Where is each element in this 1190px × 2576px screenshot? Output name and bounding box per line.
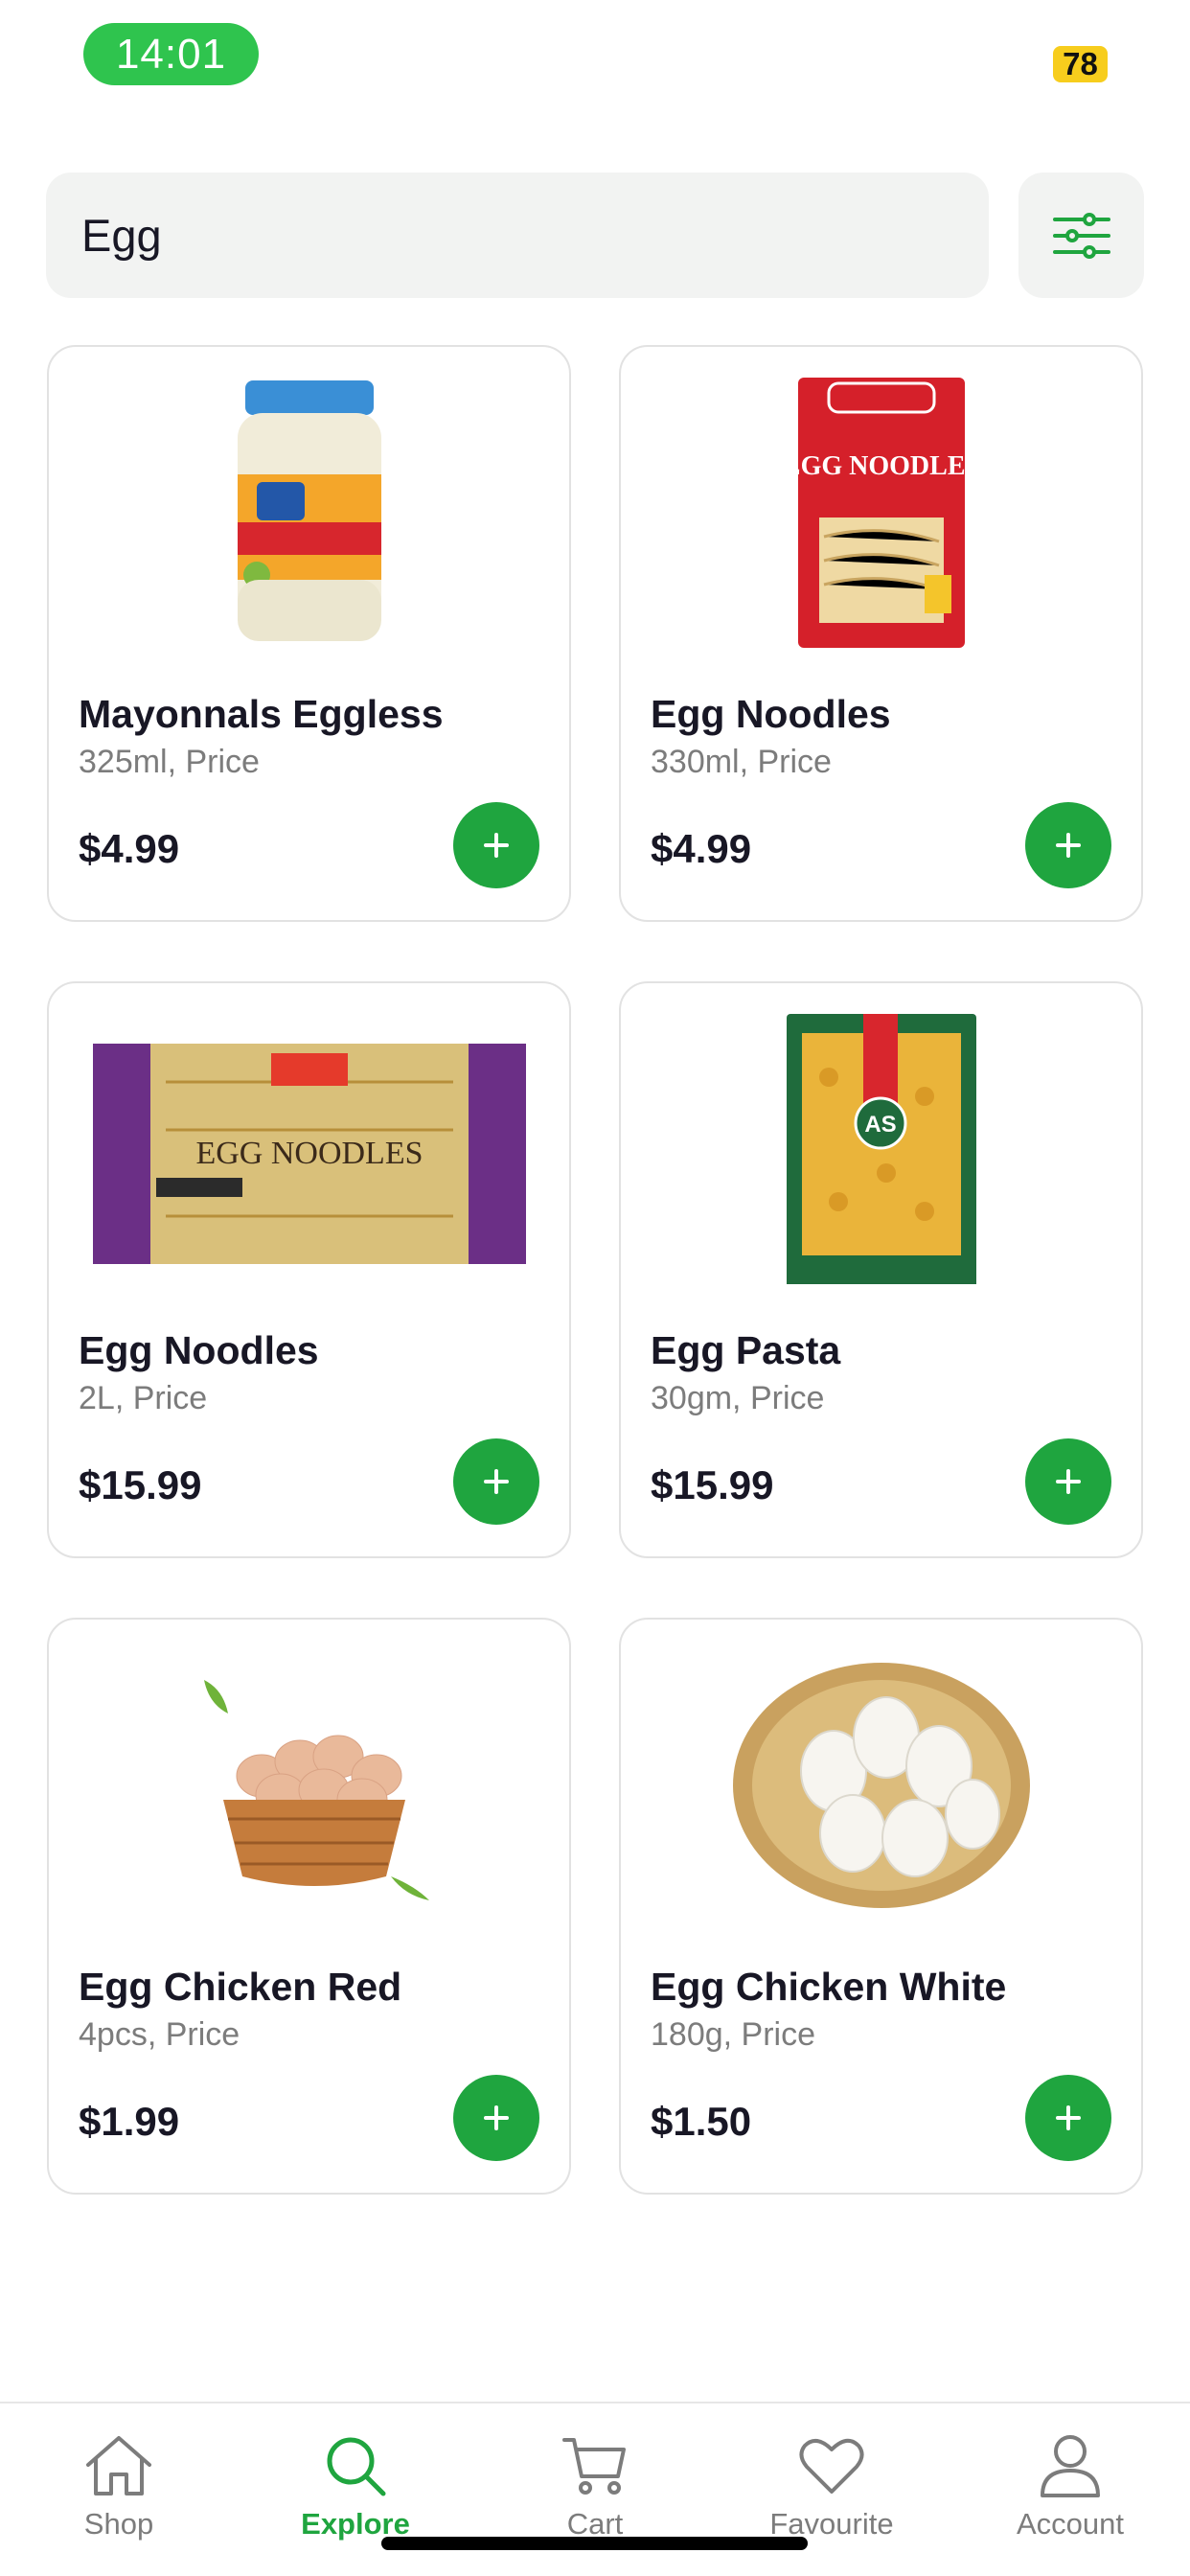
plus-icon xyxy=(484,833,509,858)
home-indicator xyxy=(381,2537,808,2550)
product-image: EGG NOODLES xyxy=(659,374,1103,652)
product-card[interactable]: Egg Chicken White 180g, Price $1.50 xyxy=(619,1618,1143,2195)
heart-icon xyxy=(799,2438,864,2494)
product-card[interactable]: EGG NOODLES Egg Noodles 2L, Price $15.99 xyxy=(47,981,571,1558)
product-image xyxy=(659,1646,1103,1924)
product-image xyxy=(87,1646,531,1924)
add-to-cart-button[interactable] xyxy=(453,1438,539,1525)
nav-cart[interactable]: Cart xyxy=(499,2432,691,2542)
product-name: Egg Chicken White xyxy=(651,1965,1007,2009)
cart-icon xyxy=(562,2438,626,2495)
product-detail: 2L, Price xyxy=(79,1380,208,1416)
package-text: EGG NOODLES xyxy=(195,1136,423,1171)
add-to-cart-button[interactable] xyxy=(453,802,539,888)
add-to-cart-button[interactable] xyxy=(1025,1438,1111,1525)
product-detail: 180g, Price xyxy=(651,2016,815,2053)
product-card[interactable]: Egg Chicken Red 4pcs, Price $1.99 xyxy=(47,1618,571,2195)
nav-account[interactable]: Account xyxy=(974,2432,1166,2542)
search-value: Egg xyxy=(81,210,162,261)
status-time: 14:01 xyxy=(83,23,259,85)
plus-icon xyxy=(1056,833,1081,858)
product-price: $1.99 xyxy=(79,2099,180,2144)
product-name: Egg Chicken Red xyxy=(79,1965,402,2009)
package-text: EGG NOODLES xyxy=(790,451,973,481)
filter-button[interactable] xyxy=(1018,172,1144,298)
product-detail: 330ml, Price xyxy=(651,744,832,780)
product-image: AS xyxy=(659,1010,1103,1288)
product-card[interactable]: EGG NOODLES Egg Noodles 330ml, Price $4.… xyxy=(619,345,1143,922)
product-name: Egg Noodles xyxy=(79,1328,319,1372)
product-price: $15.99 xyxy=(79,1462,202,1507)
nav-favourite[interactable]: Favourite xyxy=(736,2432,927,2542)
product-card[interactable]: AS Egg Pasta 30gm, Price $15.99 xyxy=(619,981,1143,1558)
battery-indicator: 78 xyxy=(1053,46,1108,82)
nav-label: Shop xyxy=(83,2507,154,2541)
package-text: AS xyxy=(864,1112,896,1138)
product-detail: 4pcs, Price xyxy=(79,2016,240,2053)
plus-icon xyxy=(484,2105,509,2130)
product-card[interactable]: Mayonnals Eggless 325ml, Price $4.99 xyxy=(47,345,571,922)
product-price: $4.99 xyxy=(651,826,752,871)
product-price: $15.99 xyxy=(651,1462,774,1507)
product-grid: Mayonnals Eggless 325ml, Price $4.99 EGG… xyxy=(47,345,1143,2195)
nav-shop[interactable]: Shop xyxy=(23,2432,215,2542)
product-detail: 30gm, Price xyxy=(651,1380,825,1416)
filter-icon xyxy=(1052,212,1110,259)
plus-icon xyxy=(1056,1469,1081,1494)
nav-explore[interactable]: Explore xyxy=(260,2432,451,2542)
product-image xyxy=(87,374,531,652)
product-name: Egg Noodles xyxy=(651,692,891,736)
add-to-cart-button[interactable] xyxy=(1025,2075,1111,2161)
product-name: Mayonnals Eggless xyxy=(79,692,444,736)
product-price: $4.99 xyxy=(79,826,180,871)
search-icon xyxy=(327,2437,386,2496)
product-image: EGG NOODLES xyxy=(87,1010,531,1288)
product-detail: 325ml, Price xyxy=(79,744,260,780)
add-to-cart-button[interactable] xyxy=(453,2075,539,2161)
nav-label: Account xyxy=(1016,2507,1124,2541)
product-price: $1.50 xyxy=(651,2099,752,2144)
home-icon xyxy=(86,2436,151,2496)
add-to-cart-button[interactable] xyxy=(1025,802,1111,888)
plus-icon xyxy=(484,1469,509,1494)
search-input[interactable]: Egg xyxy=(46,172,989,298)
product-name: Egg Pasta xyxy=(651,1328,841,1372)
user-icon xyxy=(1041,2435,1100,2497)
plus-icon xyxy=(1056,2105,1081,2130)
